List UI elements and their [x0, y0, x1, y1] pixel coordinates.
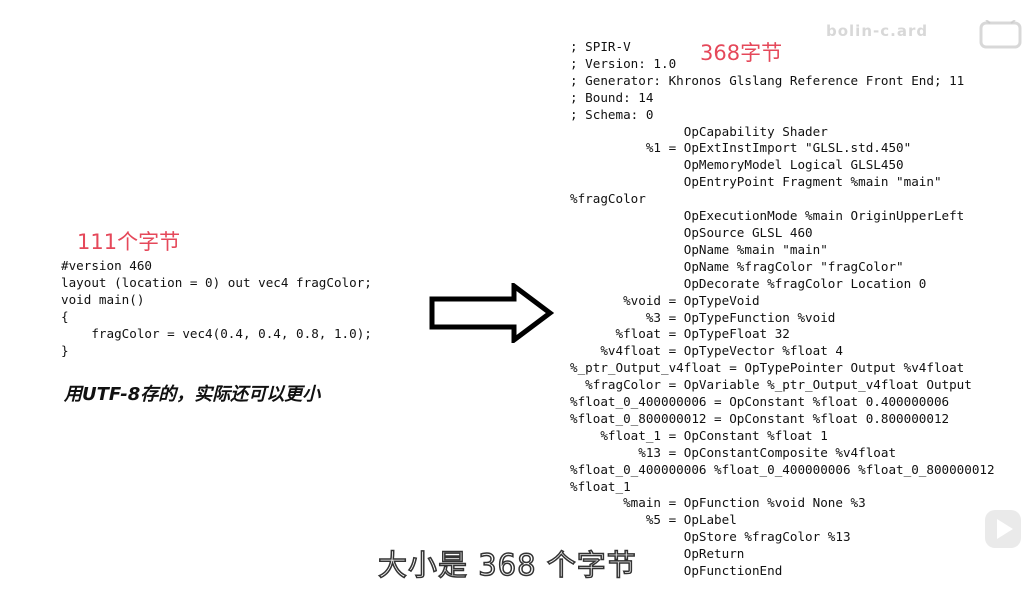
glsl-source-code: #version 460 layout (location = 0) out v…: [61, 258, 372, 358]
bilibili-logo-icon: [979, 20, 1022, 49]
watermark-text: bolin-c.ard: [826, 22, 929, 40]
utf8-note: 用UTF-8存的，实际还可以更小: [64, 384, 321, 405]
play-icon[interactable]: [983, 506, 1023, 552]
glsl-size-label: 111个字节: [77, 230, 181, 254]
right-arrow-icon: [429, 283, 554, 343]
spirv-disassembly-code: ; SPIR-V ; Version: 1.0 ; Generator: Khr…: [570, 39, 995, 579]
video-subtitle: 大小是 368 个字节: [377, 547, 637, 583]
